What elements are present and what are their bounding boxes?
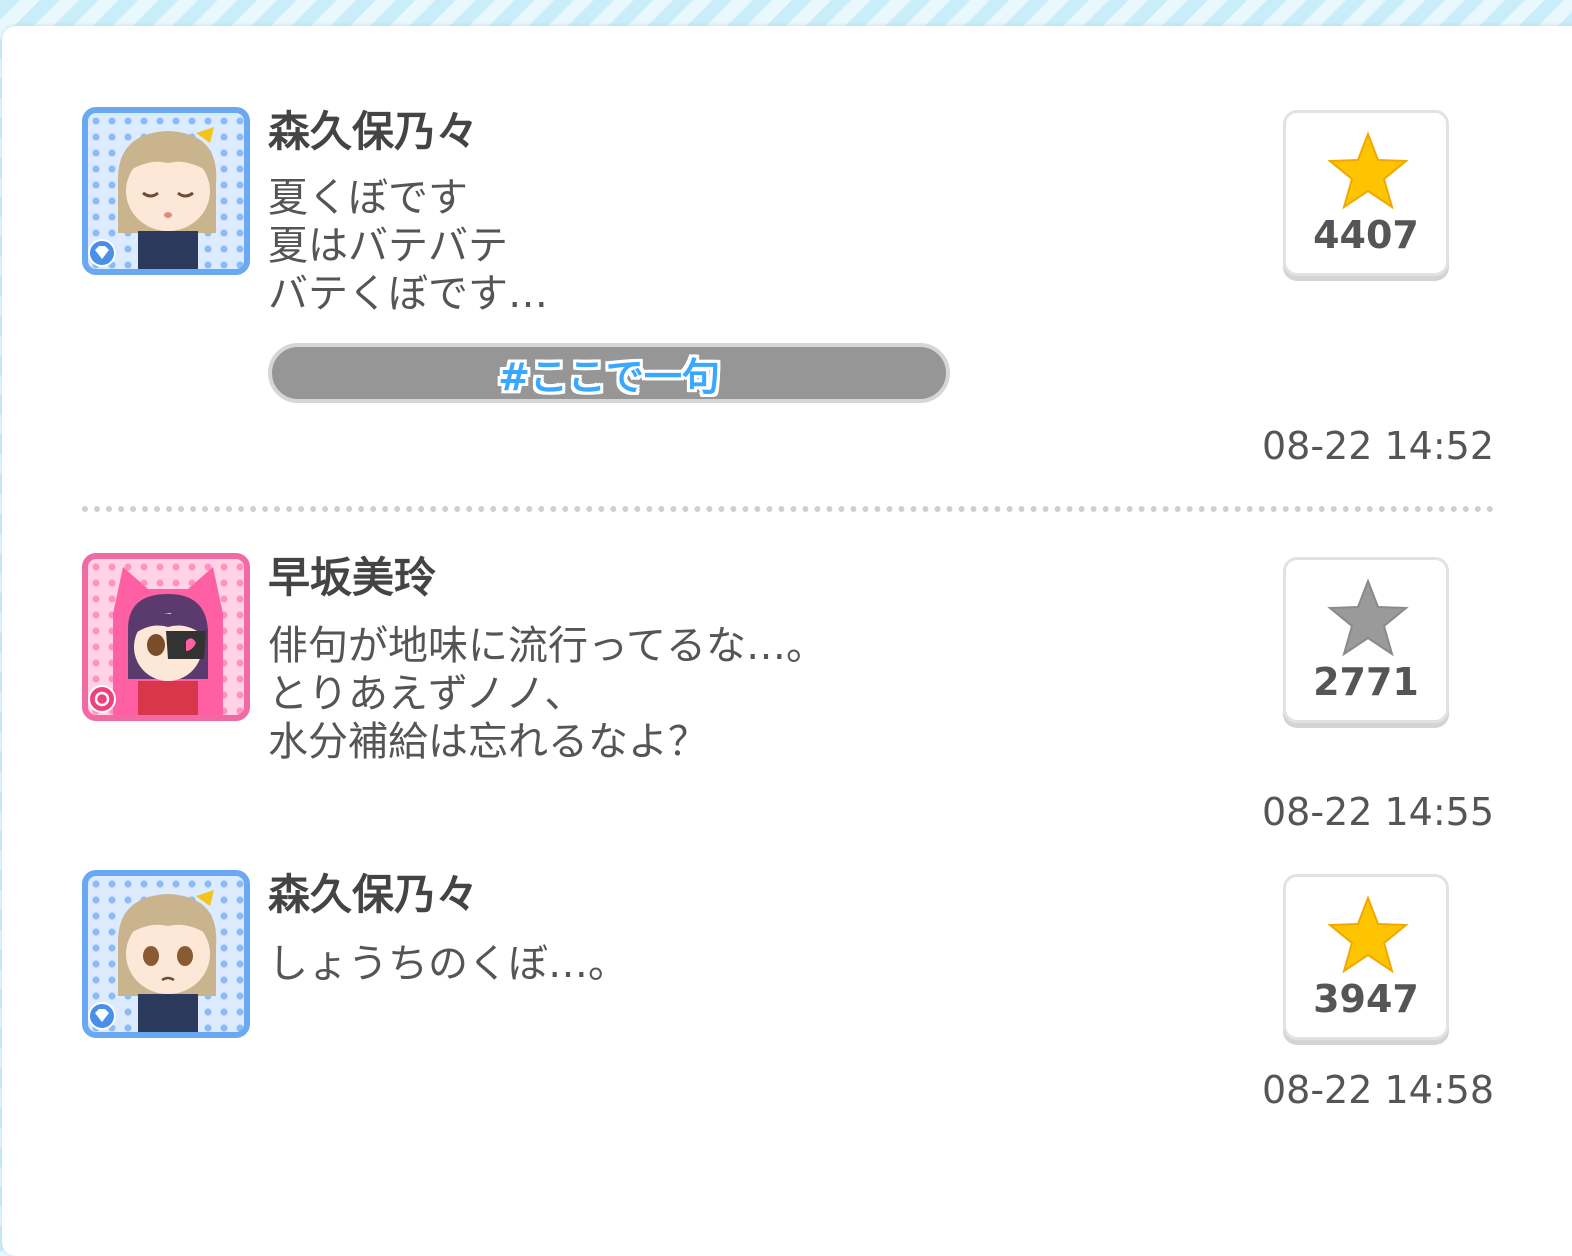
avatar-hayasaka[interactable]: [82, 553, 250, 721]
diamond-badge-icon: [88, 1002, 116, 1030]
like-count: 4407: [1313, 213, 1419, 257]
post-author-name: 早坂美玲: [268, 553, 437, 602]
message-line: 水分補給は忘れるなよ？: [268, 719, 708, 765]
diamond-badge-icon: [88, 239, 116, 267]
star-icon: [1327, 895, 1409, 974]
flower-badge-icon: [88, 685, 116, 713]
hashtag-button[interactable]: #ここで一句: [268, 343, 950, 403]
post-message: 夏くぼです 夏はバテバテ バテくぼです…: [268, 174, 548, 318]
post-timestamp: 08-22 14:58: [1261, 1068, 1494, 1112]
post-message: しょうちのくぼ…。: [268, 940, 628, 988]
post-divider: [82, 506, 1494, 512]
post-message: 俳句が地味に流行ってるな…。 とりあえずノノ、 水分補給は忘れるなよ？: [268, 622, 826, 766]
message-line: 俳句が地味に流行ってるな…。: [268, 623, 826, 669]
message-line: バテくぼです…: [268, 271, 548, 317]
post-author-name: 森久保乃々: [268, 870, 479, 919]
message-line: 夏はバテバテ: [268, 223, 508, 269]
message-line: 夏くぼです: [268, 175, 468, 221]
like-button[interactable]: 4407: [1283, 110, 1449, 276]
star-icon: [1327, 578, 1409, 657]
like-count: 2771: [1313, 660, 1419, 704]
like-button[interactable]: 2771: [1283, 557, 1449, 723]
star-icon: [1327, 131, 1409, 210]
like-count: 3947: [1313, 977, 1419, 1021]
like-button[interactable]: 3947: [1283, 874, 1449, 1040]
post-timestamp: 08-22 14:55: [1261, 790, 1494, 834]
post-timestamp: 08-22 14:52: [1261, 424, 1494, 468]
avatar-morikubo[interactable]: [82, 107, 250, 275]
message-line: しょうちのくぼ…。: [268, 941, 628, 987]
avatar-morikubo[interactable]: [82, 870, 250, 1038]
message-line: とりあえずノノ、: [268, 671, 585, 717]
post-author-name: 森久保乃々: [268, 107, 479, 156]
